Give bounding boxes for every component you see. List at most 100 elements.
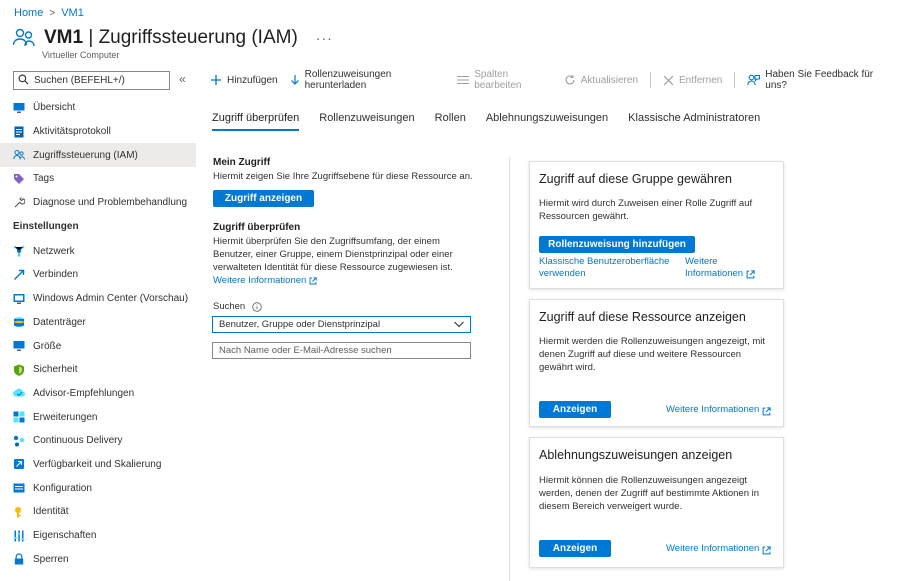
sidebar-item-konfiguration[interactable]: Konfiguration [0, 476, 196, 500]
columns-icon [457, 75, 470, 85]
view-deny-assignments-button[interactable]: Anzeigen [539, 540, 611, 557]
grant-learn-more-link[interactable]: Weitere Informationen [685, 256, 755, 280]
grant-access-text: Hiermit wird durch Zuweisen einer Rolle … [539, 198, 753, 222]
tag-icon [13, 173, 25, 185]
check-access-text: Hiermit überprüfen Sie den Zugriffsumfan… [213, 236, 453, 287]
collapse-sidebar-button[interactable]: « [179, 72, 186, 86]
sidebar-item-netzwerk[interactable]: Netzwerk [0, 239, 196, 263]
edit-columns-button[interactable]: Spalten bearbeiten [457, 69, 552, 91]
plus-icon [210, 74, 222, 86]
sidebar-item-sperren[interactable]: Sperren [0, 547, 196, 571]
sidebar-item-diagnose[interactable]: Diagnose und Problembehandlung [0, 191, 196, 215]
size-icon [13, 340, 25, 352]
page-title: VM1 | Zugriffssteuerung (IAM) [44, 27, 298, 48]
sidebar-item-advisor[interactable]: Advisor-Empfehlungen [0, 382, 196, 406]
people-icon [13, 149, 25, 161]
sidebar-item-eigenschaften[interactable]: Eigenschaften [0, 524, 196, 548]
tab-bar: Zugriff überprüfen Rollenzuweisungen Rol… [212, 112, 780, 131]
remove-button[interactable]: Entfernen [663, 75, 722, 86]
principal-type-select[interactable]: Benutzer, Gruppe oder Dienstprinzipal [212, 316, 471, 333]
search-icon [18, 74, 34, 88]
breadcrumb: Home > VM1 [14, 7, 84, 19]
close-icon [663, 75, 674, 86]
sidebar-item-verbinden[interactable]: Verbinden [0, 263, 196, 287]
tab-rollenzuweisungen[interactable]: Rollenzuweisungen [319, 112, 414, 131]
download-icon [290, 74, 300, 86]
deny-assignments-title: Ablehnungszuweisungen anzeigen [539, 448, 733, 462]
name-email-search-input[interactable]: Nach Name oder E-Mail-Adresse suchen [212, 342, 471, 359]
my-access-text: Hiermit zeigen Sie Ihre Zugriffsebene fü… [213, 171, 473, 182]
sidebar-item-erweiterungen[interactable]: Erweiterungen [0, 405, 196, 429]
sidebar-item-sicherheit[interactable]: Sicherheit [0, 358, 196, 382]
sidebar-item-verfuegbarkeit[interactable]: Verfügbarkeit und Skalierung [0, 453, 196, 477]
toolbar-divider [734, 72, 736, 88]
config-icon [13, 482, 25, 494]
people-icon [12, 26, 36, 50]
sidebar-item-windows-admin-center[interactable]: Windows Admin Center (Vorschau) [0, 287, 196, 311]
sidebar-item-uebersicht[interactable]: Übersicht [0, 96, 196, 120]
tab-rollen[interactable]: Rollen [435, 112, 466, 131]
delivery-icon [13, 435, 25, 447]
deny-assignments-text: Hiermit können die Rollenzuweisungen ang… [539, 475, 760, 512]
feedback-button[interactable]: Haben Sie Feedback für uns? [747, 69, 888, 91]
view-access-card: Zugriff auf diese Ressource anzeigen Hie… [529, 299, 784, 427]
connect-icon [13, 269, 25, 281]
sidebar-item-groesse[interactable]: Größe [0, 334, 196, 358]
sidebar-item-continuous-delivery[interactable]: Continuous Delivery [0, 429, 196, 453]
add-button[interactable]: Hinzufügen [210, 74, 278, 86]
search-label: Suchen [213, 300, 262, 313]
breadcrumb-home[interactable]: Home [14, 7, 43, 19]
advisor-icon [13, 387, 25, 399]
view-access-title: Zugriff auf diese Ressource anzeigen [539, 310, 746, 324]
network-icon [13, 245, 25, 258]
show-access-button[interactable]: Zugriff anzeigen [213, 190, 314, 207]
breadcrumb-separator: > [49, 7, 56, 19]
external-link-icon [762, 407, 771, 416]
toolbar-divider [650, 72, 651, 88]
content-divider [509, 157, 510, 581]
wrench-icon [13, 196, 25, 209]
properties-icon [13, 530, 25, 542]
extensions-icon [13, 411, 25, 423]
add-role-assignment-button[interactable]: Rollenzuweisung hinzufügen [539, 236, 695, 253]
page-header: VM1 | Zugriffssteuerung (IAM) ··· [12, 26, 333, 50]
my-access-title: Mein Zugriff [213, 157, 271, 168]
sidebar-item-aktivitaetsprotokoll[interactable]: Aktivitätsprotokoll [0, 120, 196, 144]
external-link-icon [746, 269, 755, 279]
page-subtitle: Virtueller Computer [42, 50, 120, 60]
scale-icon [13, 458, 25, 470]
grant-access-title: Zugriff auf diese Gruppe gewähren [539, 172, 732, 186]
refresh-button[interactable]: Aktualisieren [564, 74, 638, 86]
sidebar-item-identitaet[interactable]: Identität [0, 500, 196, 524]
tab-zugriff-ueberpruefen[interactable]: Zugriff überprüfen [212, 112, 300, 131]
shield-icon [13, 364, 25, 376]
identity-icon [13, 506, 25, 518]
sidebar-item-tags[interactable]: Tags [0, 167, 196, 191]
sidebar-search-input[interactable]: Suchen (BEFEHL+/) [13, 71, 170, 90]
refresh-icon [564, 74, 576, 86]
check-access-title: Zugriff überprüfen [213, 222, 301, 233]
log-icon [13, 126, 25, 138]
external-link-icon [309, 276, 317, 285]
classic-ui-link[interactable]: Klassische Benutzeroberfläche verwenden [539, 256, 669, 280]
view-learn-more-link[interactable]: Weitere Informationen [666, 404, 771, 416]
view-access-button[interactable]: Anzeigen [539, 401, 611, 418]
tab-klassische-administratoren[interactable]: Klassische Administratoren [628, 112, 760, 131]
info-icon[interactable] [252, 301, 262, 312]
learn-more-link[interactable]: Weitere Informationen [213, 274, 453, 287]
sidebar-item-iam[interactable]: Zugriffssteuerung (IAM) [0, 143, 196, 168]
deny-assignments-card: Ablehnungszuweisungen anzeigen Hiermit k… [529, 437, 784, 568]
feedback-icon [747, 74, 761, 86]
external-link-icon [762, 546, 771, 555]
sidebar-section-einstellungen: Einstellungen [13, 221, 79, 233]
sidebar-nav: Übersicht Aktivitätsprotokoll Zugriffsst… [0, 96, 196, 571]
tab-ablehnungszuweisungen[interactable]: Ablehnungszuweisungen [486, 112, 608, 131]
view-access-text: Hiermit werden die Rollenzuweisungen ang… [539, 336, 766, 373]
deny-learn-more-link[interactable]: Weitere Informationen [666, 543, 771, 555]
download-role-assignments-button[interactable]: Rollenzuweisungen herunterladen [290, 69, 446, 91]
chevron-down-icon [453, 318, 465, 333]
lock-icon [13, 553, 25, 565]
breadcrumb-vm1[interactable]: VM1 [61, 7, 84, 19]
sidebar-item-datentraeger[interactable]: Datenträger [0, 311, 196, 335]
more-options-button[interactable]: ··· [316, 30, 333, 46]
